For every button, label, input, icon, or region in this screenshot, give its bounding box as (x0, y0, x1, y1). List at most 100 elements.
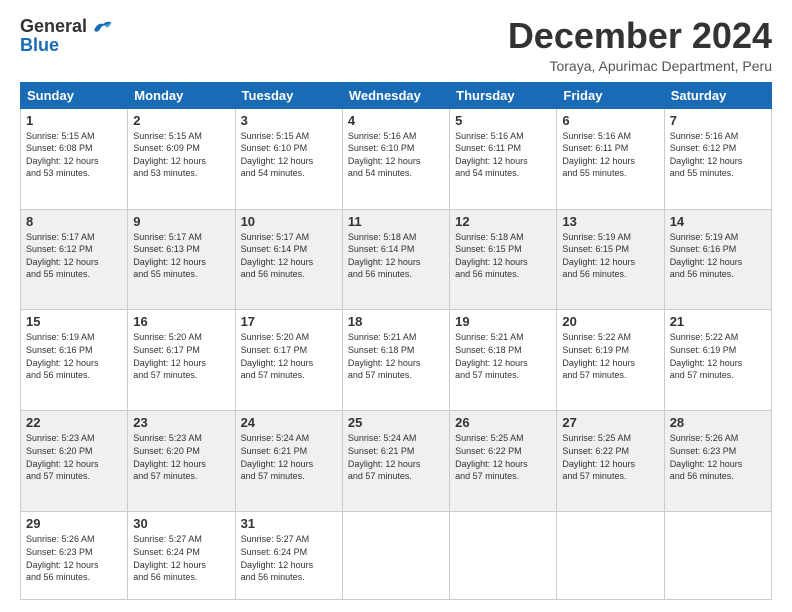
day-info: Sunrise: 5:20 AM Sunset: 6:17 PM Dayligh… (133, 331, 229, 381)
day-info: Sunrise: 5:21 AM Sunset: 6:18 PM Dayligh… (348, 331, 444, 381)
title-section: December 2024 Toraya, Apurimac Departmen… (508, 16, 772, 74)
day-info: Sunrise: 5:19 AM Sunset: 6:16 PM Dayligh… (670, 231, 766, 281)
day-number: 22 (26, 415, 122, 430)
day-info: Sunrise: 5:24 AM Sunset: 6:21 PM Dayligh… (348, 432, 444, 482)
calendar-cell: 19 Sunrise: 5:21 AM Sunset: 6:18 PM Dayli… (450, 310, 557, 411)
day-number: 30 (133, 516, 229, 531)
day-info: Sunrise: 5:22 AM Sunset: 6:19 PM Dayligh… (670, 331, 766, 381)
calendar-cell (664, 512, 771, 600)
calendar-header-thursday: Thursday (450, 82, 557, 108)
calendar-cell: 22 Sunrise: 5:23 AM Sunset: 6:20 PM Dayli… (21, 411, 128, 512)
calendar-cell: 28 Sunrise: 5:26 AM Sunset: 6:23 PM Dayli… (664, 411, 771, 512)
day-number: 4 (348, 113, 444, 128)
calendar-cell: 29 Sunrise: 5:26 AM Sunset: 6:23 PM Dayli… (21, 512, 128, 600)
day-number: 12 (455, 214, 551, 229)
day-info: Sunrise: 5:18 AM Sunset: 6:14 PM Dayligh… (348, 231, 444, 281)
calendar-header-monday: Monday (128, 82, 235, 108)
calendar-cell: 11 Sunrise: 5:18 AM Sunset: 6:14 PM Dayli… (342, 209, 449, 310)
calendar-header-row: SundayMondayTuesdayWednesdayThursdayFrid… (21, 82, 772, 108)
day-info: Sunrise: 5:15 AM Sunset: 6:10 PM Dayligh… (241, 130, 337, 180)
header: General Blue December 2024 Toraya, Apuri… (20, 16, 772, 74)
calendar-cell: 3 Sunrise: 5:15 AM Sunset: 6:10 PM Daylig… (235, 108, 342, 209)
day-number: 29 (26, 516, 122, 531)
day-info: Sunrise: 5:22 AM Sunset: 6:19 PM Dayligh… (562, 331, 658, 381)
calendar-cell: 17Sunrise: 5:20 AM Sunset: 6:17 PM Dayli… (235, 310, 342, 411)
day-number: 18 (348, 314, 444, 329)
day-number: 31 (241, 516, 337, 531)
calendar-cell: 23 Sunrise: 5:23 AM Sunset: 6:20 PM Dayli… (128, 411, 235, 512)
day-info: Sunrise: 5:20 AM Sunset: 6:17 PM Dayligh… (241, 331, 337, 381)
month-title: December 2024 (508, 16, 772, 56)
day-number: 28 (670, 415, 766, 430)
calendar-cell: 9 Sunrise: 5:17 AM Sunset: 6:13 PM Daylig… (128, 209, 235, 310)
calendar-cell (557, 512, 664, 600)
day-number: 27 (562, 415, 658, 430)
calendar-header-wednesday: Wednesday (342, 82, 449, 108)
day-number: 16 (133, 314, 229, 329)
calendar-header-sunday: Sunday (21, 82, 128, 108)
day-number: 3 (241, 113, 337, 128)
day-info: Sunrise: 5:25 AM Sunset: 6:22 PM Dayligh… (455, 432, 551, 482)
day-info: Sunrise: 5:21 AM Sunset: 6:18 PM Dayligh… (455, 331, 551, 381)
day-info: Sunrise: 5:19 AM Sunset: 6:15 PM Dayligh… (562, 231, 658, 281)
calendar-cell: 12Sunrise: 5:18 AM Sunset: 6:15 PM Dayli… (450, 209, 557, 310)
day-info: Sunrise: 5:27 AM Sunset: 6:24 PM Dayligh… (241, 533, 337, 583)
day-number: 9 (133, 214, 229, 229)
day-number: 14 (670, 214, 766, 229)
day-info: Sunrise: 5:24 AM Sunset: 6:21 PM Dayligh… (241, 432, 337, 482)
calendar-cell: 24 Sunrise: 5:24 AM Sunset: 6:21 PM Dayli… (235, 411, 342, 512)
day-info: Sunrise: 5:16 AM Sunset: 6:12 PM Dayligh… (670, 130, 766, 180)
calendar-body: 1Sunrise: 5:15 AM Sunset: 6:08 PM Daylig… (21, 108, 772, 599)
calendar-row: 22 Sunrise: 5:23 AM Sunset: 6:20 PM Dayli… (21, 411, 772, 512)
day-info: Sunrise: 5:27 AM Sunset: 6:24 PM Dayligh… (133, 533, 229, 583)
day-info: Sunrise: 5:23 AM Sunset: 6:20 PM Dayligh… (133, 432, 229, 482)
day-info: Sunrise: 5:19 AM Sunset: 6:16 PM Dayligh… (26, 331, 122, 381)
day-info: Sunrise: 5:17 AM Sunset: 6:12 PM Dayligh… (26, 231, 122, 281)
calendar-cell (450, 512, 557, 600)
day-number: 23 (133, 415, 229, 430)
day-number: 2 (133, 113, 229, 128)
day-info: Sunrise: 5:16 AM Sunset: 6:11 PM Dayligh… (562, 130, 658, 180)
day-number: 19 (455, 314, 551, 329)
calendar-cell: 6Sunrise: 5:16 AM Sunset: 6:11 PM Daylig… (557, 108, 664, 209)
logo-bird-icon (91, 18, 113, 36)
calendar-cell: 15 Sunrise: 5:19 AM Sunset: 6:16 PM Dayli… (21, 310, 128, 411)
calendar-cell: 27 Sunrise: 5:25 AM Sunset: 6:22 PM Dayli… (557, 411, 664, 512)
day-number: 15 (26, 314, 122, 329)
logo-general-text: General (20, 16, 87, 37)
calendar-cell: 21 Sunrise: 5:22 AM Sunset: 6:19 PM Dayli… (664, 310, 771, 411)
day-number: 1 (26, 113, 122, 128)
day-number: 25 (348, 415, 444, 430)
calendar-table: SundayMondayTuesdayWednesdayThursdayFrid… (20, 82, 772, 600)
calendar-cell: 25 Sunrise: 5:24 AM Sunset: 6:21 PM Dayli… (342, 411, 449, 512)
calendar-cell: 18 Sunrise: 5:21 AM Sunset: 6:18 PM Dayli… (342, 310, 449, 411)
calendar-header-tuesday: Tuesday (235, 82, 342, 108)
calendar-header-friday: Friday (557, 82, 664, 108)
day-info: Sunrise: 5:26 AM Sunset: 6:23 PM Dayligh… (26, 533, 122, 583)
day-number: 10 (241, 214, 337, 229)
calendar-row: 15 Sunrise: 5:19 AM Sunset: 6:16 PM Dayli… (21, 310, 772, 411)
calendar-row: 1Sunrise: 5:15 AM Sunset: 6:08 PM Daylig… (21, 108, 772, 209)
subtitle: Toraya, Apurimac Department, Peru (508, 58, 772, 74)
calendar-cell: 13 Sunrise: 5:19 AM Sunset: 6:15 PM Dayli… (557, 209, 664, 310)
calendar-cell: 4Sunrise: 5:16 AM Sunset: 6:10 PM Daylig… (342, 108, 449, 209)
calendar-cell: 2Sunrise: 5:15 AM Sunset: 6:09 PM Daylig… (128, 108, 235, 209)
calendar-cell: 7Sunrise: 5:16 AM Sunset: 6:12 PM Daylig… (664, 108, 771, 209)
calendar-cell: 16 Sunrise: 5:20 AM Sunset: 6:17 PM Dayli… (128, 310, 235, 411)
calendar-cell: 8Sunrise: 5:17 AM Sunset: 6:12 PM Daylig… (21, 209, 128, 310)
day-number: 13 (562, 214, 658, 229)
day-info: Sunrise: 5:25 AM Sunset: 6:22 PM Dayligh… (562, 432, 658, 482)
calendar-cell: 5Sunrise: 5:16 AM Sunset: 6:11 PM Daylig… (450, 108, 557, 209)
day-number: 11 (348, 214, 444, 229)
day-number: 21 (670, 314, 766, 329)
day-info: Sunrise: 5:23 AM Sunset: 6:20 PM Dayligh… (26, 432, 122, 482)
day-info: Sunrise: 5:17 AM Sunset: 6:13 PM Dayligh… (133, 231, 229, 281)
logo: General Blue (20, 16, 113, 56)
day-number: 24 (241, 415, 337, 430)
calendar-cell: 10 Sunrise: 5:17 AM Sunset: 6:14 PM Dayli… (235, 209, 342, 310)
calendar-cell: 26Sunrise: 5:25 AM Sunset: 6:22 PM Dayli… (450, 411, 557, 512)
calendar-cell: 30 Sunrise: 5:27 AM Sunset: 6:24 PM Dayli… (128, 512, 235, 600)
day-info: Sunrise: 5:17 AM Sunset: 6:14 PM Dayligh… (241, 231, 337, 281)
day-info: Sunrise: 5:26 AM Sunset: 6:23 PM Dayligh… (670, 432, 766, 482)
calendar-row: 29 Sunrise: 5:26 AM Sunset: 6:23 PM Dayli… (21, 512, 772, 600)
